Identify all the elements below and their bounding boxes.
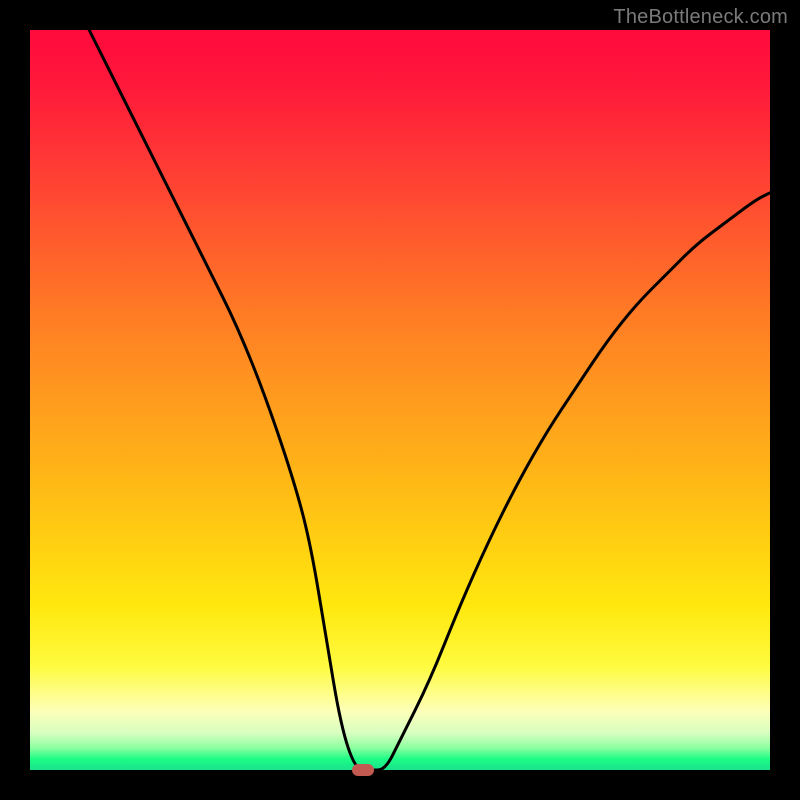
watermark-text: TheBottleneck.com — [613, 6, 788, 29]
bottleneck-curve — [30, 30, 770, 770]
optimal-marker — [352, 764, 374, 776]
curve-path — [89, 30, 770, 770]
plot-area — [30, 30, 770, 770]
chart-frame: TheBottleneck.com — [0, 0, 800, 800]
